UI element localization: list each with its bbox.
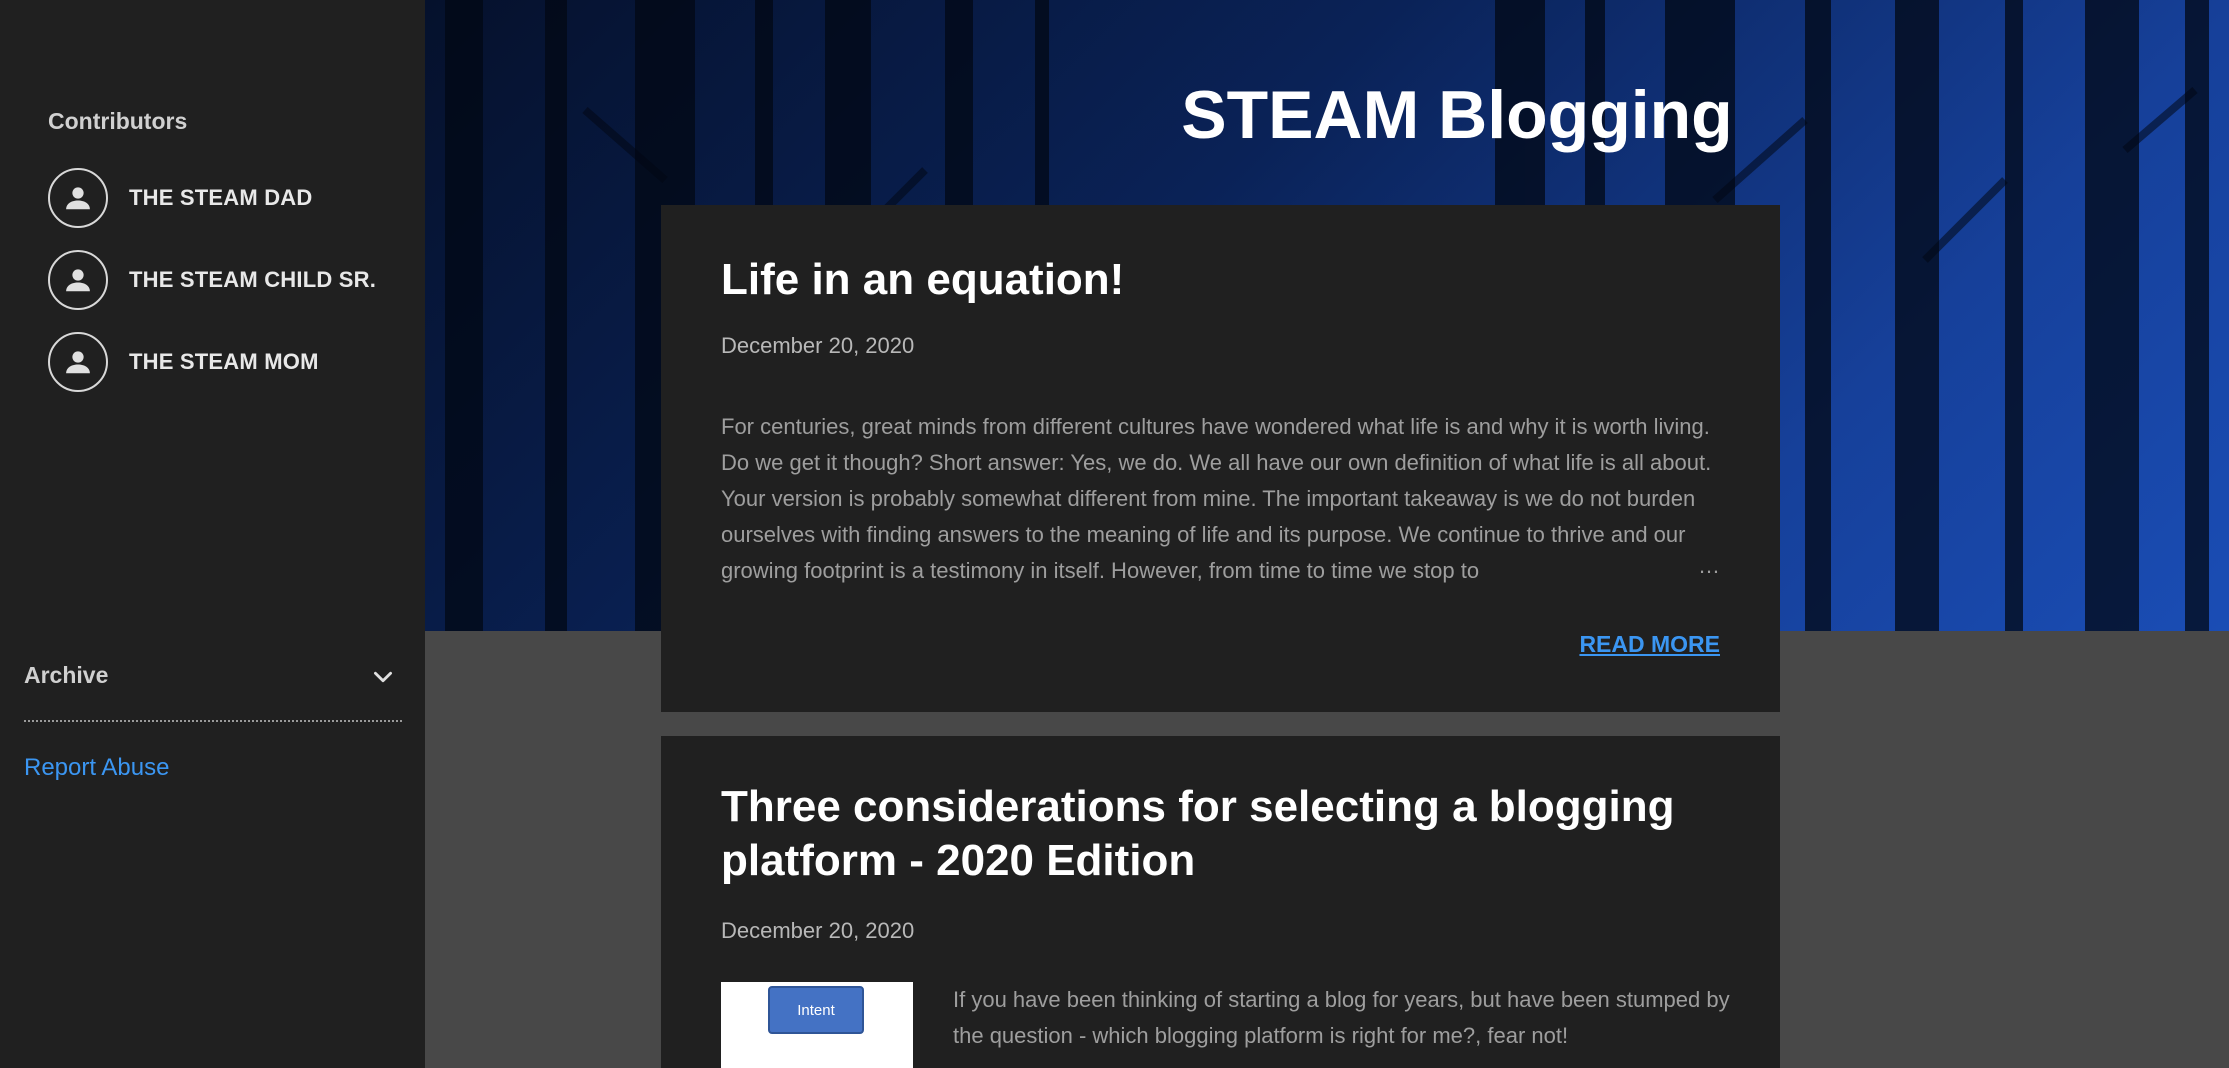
post-title[interactable]: Life in an equation! [721,253,1124,307]
contributor-item[interactable]: THE STEAM CHILD SR. [48,250,376,310]
post-title-line: Three considerations for selecting a blo… [721,782,1675,831]
avatar [48,168,108,228]
post-snippet: For centuries, great minds from differen… [721,414,1712,583]
avatar [48,250,108,310]
post-ellipsis: … [1698,553,1720,578]
contributor-item[interactable]: THE STEAM DAD [48,168,313,228]
sidebar: Contributors THE STEAM DAD THE STEAM CHI… [0,0,425,1068]
chevron-down-icon [374,671,392,683]
report-abuse-link[interactable]: Report Abuse [24,754,169,782]
blog-title-text[interactable]: STEAM Blogging [1181,76,1732,154]
post-card: Three considerations for selecting a blo… [661,736,1780,1068]
avatar [48,332,108,392]
post-date[interactable]: December 20, 2020 [721,918,914,944]
contributor-name: THE STEAM MOM [129,349,319,374]
person-icon [66,351,90,374]
person-icon [66,269,90,292]
post-snippet: If you have been thinking of starting a … [953,987,1730,1048]
contributor-name: THE STEAM DAD [129,185,313,210]
person-icon [66,187,90,210]
thumbnail-intent-box: Intent [768,986,864,1034]
post-card: Life in an equation! December 20, 2020 F… [661,205,1780,712]
contributor-item[interactable]: THE STEAM MOM [48,332,319,392]
blog-title[interactable]: STEAM Blogging [425,76,2229,154]
post-title[interactable]: Three considerations for selecting a blo… [721,780,1674,888]
archive-toggle[interactable]: Archive [24,658,402,722]
read-more-link[interactable]: READ MORE [1579,631,1720,658]
contributors-heading: Contributors [48,108,188,134]
post-thumbnail[interactable]: Intent [721,982,913,1068]
post-date[interactable]: December 20, 2020 [721,333,914,359]
contributor-name: THE STEAM CHILD SR. [129,267,377,292]
post-title-line: platform - 2020 Edition [721,836,1196,885]
archive-label: Archive [24,662,109,688]
